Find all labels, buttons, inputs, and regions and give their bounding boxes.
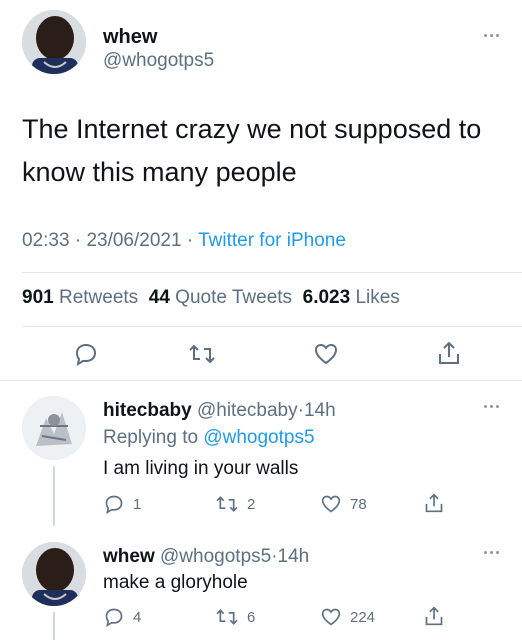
share-button[interactable]	[437, 340, 461, 366]
retweet-icon	[189, 344, 215, 364]
reply-age[interactable]: 14h	[304, 400, 336, 421]
reply-display-name[interactable]: hitecbaby	[103, 400, 192, 421]
like-icon	[314, 343, 338, 365]
like-count: 78	[350, 495, 367, 513]
reply-button[interactable]: 1	[103, 494, 141, 514]
author-avatar[interactable]	[22, 10, 86, 74]
share-icon	[425, 606, 443, 626]
retweets-count: 901	[22, 287, 54, 308]
reply-icon	[105, 608, 123, 627]
divider	[22, 326, 522, 327]
tweet-text-line-1: The Internet crazy we not supposed to	[22, 114, 482, 144]
more-icon[interactable]	[484, 405, 499, 408]
reply-age[interactable]: 14h	[278, 546, 310, 567]
retweet-button[interactable]: 2	[215, 494, 255, 514]
author-handle[interactable]: @whogotps5	[103, 50, 214, 72]
replying-to-prefix: Replying to	[103, 427, 199, 448]
retweet-icon	[216, 496, 238, 512]
reply-count: 4	[133, 608, 142, 626]
retweet-icon	[216, 609, 238, 625]
retweets-label: Retweets	[58, 287, 139, 308]
likes-stat[interactable]: 6.023 Likes	[303, 287, 400, 308]
reply-icon	[105, 495, 123, 514]
retweet-button[interactable]: 6	[215, 607, 255, 627]
reply-header: hitecbaby @hitecbaby·14h	[103, 400, 336, 422]
reply-text: make a gloryhole	[103, 572, 248, 593]
share-button[interactable]	[424, 492, 444, 514]
reply-handle[interactable]: @hitecbaby	[197, 400, 298, 421]
quote-count: 44	[148, 287, 170, 308]
avatar-image	[22, 10, 86, 74]
reply-button[interactable]	[73, 342, 99, 366]
tweet-timestamp[interactable]: 02:33 · 23/06/2021 · Twitter for iPhone	[22, 230, 346, 252]
tweet-text-line-2: know this many people	[22, 157, 297, 187]
separator-dot: ·	[186, 230, 194, 251]
thread-line	[53, 466, 55, 526]
reply-avatar[interactable]	[22, 542, 86, 606]
like-button[interactable]: 78	[320, 494, 367, 514]
like-count: 224	[350, 608, 376, 626]
replying-to: Replying to @whogotps5	[103, 427, 315, 449]
more-icon[interactable]	[484, 34, 499, 37]
avatar-image	[22, 396, 86, 460]
divider	[0, 380, 522, 381]
quote-tweets-stat[interactable]: 44 Quote Tweets	[149, 287, 292, 308]
retweet-button[interactable]	[188, 342, 216, 366]
retweets-stat[interactable]: 901 Retweets	[22, 287, 138, 308]
retweet-count: 2	[247, 495, 256, 513]
quote-label: Quote Tweets	[175, 287, 293, 308]
reply-text: I am living in your walls	[103, 458, 299, 479]
likes-label: Likes	[355, 287, 400, 308]
reply-avatar[interactable]	[22, 396, 86, 460]
share-icon	[425, 493, 443, 513]
likes-count: 6.023	[302, 287, 351, 308]
reply-button[interactable]: 4	[103, 607, 141, 627]
avatar-image	[22, 542, 86, 606]
tweet-time: 02:33	[22, 230, 70, 251]
like-icon	[321, 495, 341, 513]
like-button[interactable]: 224	[320, 607, 375, 627]
tweet-stats: 901 Retweets 44 Quote Tweets 6.023 Likes	[22, 287, 400, 309]
like-button[interactable]	[313, 342, 339, 366]
divider	[22, 272, 522, 273]
reply-count: 1	[133, 495, 142, 513]
reply-handle[interactable]: @whogotps5	[160, 546, 271, 567]
tweet-source[interactable]: Twitter for iPhone	[198, 230, 346, 251]
thread-line	[53, 612, 55, 640]
more-icon[interactable]	[484, 551, 499, 554]
reply-header: whew @whogotps5·14h	[103, 546, 309, 568]
reply-display-name[interactable]: whew	[103, 546, 155, 567]
separator-dot: ·	[74, 230, 82, 251]
share-button[interactable]	[424, 605, 444, 627]
retweet-count: 6	[247, 608, 256, 626]
replying-to-handle[interactable]: @whogotps5	[203, 427, 314, 448]
author-display-name[interactable]: whew	[103, 26, 157, 49]
like-icon	[321, 608, 341, 626]
tweet-date: 23/06/2021	[86, 230, 182, 251]
reply-icon	[75, 343, 97, 366]
share-icon	[439, 341, 459, 364]
